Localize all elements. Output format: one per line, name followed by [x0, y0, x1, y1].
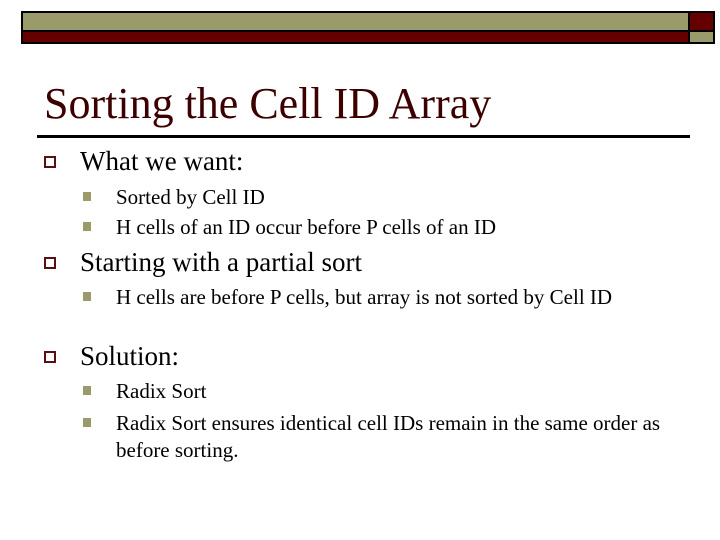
sub-bullet-text: Radix Sort ensures identical cell IDs re…	[116, 411, 661, 462]
sub-bullet-text: Radix Sort	[116, 379, 207, 403]
sub-bullet-text: H cells of an ID occur before P cells of…	[116, 215, 496, 239]
bullet-text: What we want:	[80, 146, 244, 176]
bullet-text: Solution:	[80, 341, 180, 371]
filled-square-bullet-icon	[83, 292, 91, 301]
header-banner	[21, 11, 715, 44]
filled-square-bullet-icon	[83, 192, 91, 201]
filled-square-bullet-icon	[83, 222, 91, 231]
hollow-square-bullet-icon	[44, 351, 56, 363]
sub-bullet-text: Sorted by Cell ID	[116, 185, 265, 209]
filled-square-bullet-icon	[83, 386, 91, 395]
banner-maroon-square	[690, 13, 713, 30]
hollow-square-bullet-icon	[44, 156, 56, 168]
sub-bullet-text: H cells are before P cells, but array is…	[116, 285, 613, 309]
title-divider	[37, 135, 690, 138]
hollow-square-bullet-icon	[44, 257, 56, 269]
banner-olive-bar	[23, 13, 688, 30]
slide-title: Sorting the Cell ID Array	[44, 79, 492, 128]
banner-olive-square	[690, 32, 713, 42]
bullet-text: Starting with a partial sort	[80, 247, 362, 277]
filled-square-bullet-icon	[83, 418, 91, 427]
banner-maroon-bar	[23, 32, 688, 42]
